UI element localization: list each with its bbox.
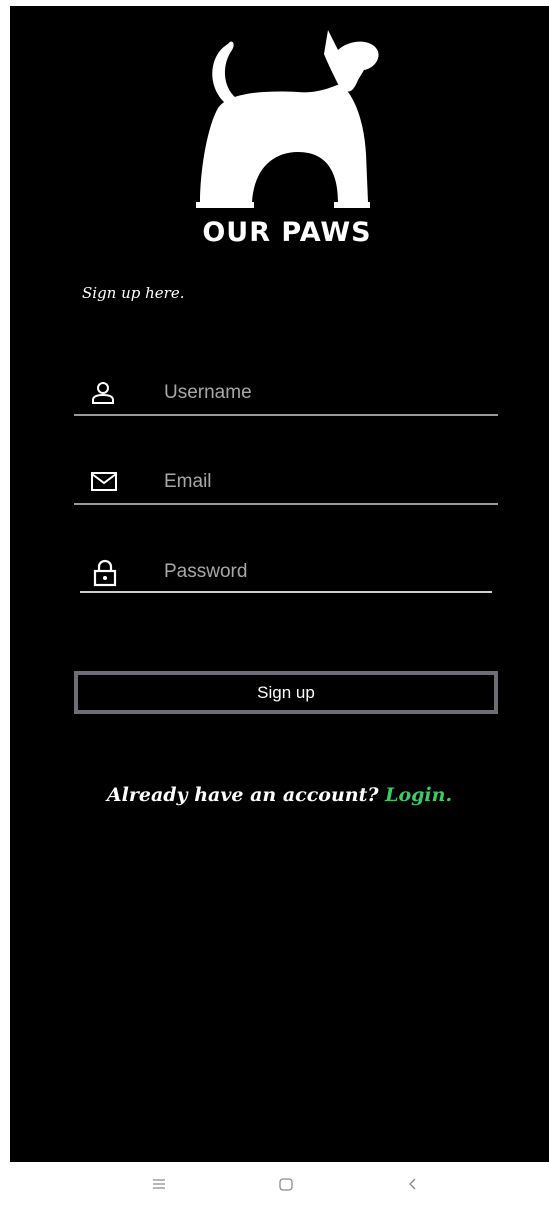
- user-icon: [90, 380, 116, 406]
- sign-up-button[interactable]: Sign up: [74, 671, 498, 714]
- home-square-icon[interactable]: [276, 1174, 296, 1194]
- username-input[interactable]: [164, 378, 484, 408]
- lock-icon: [92, 559, 118, 587]
- email-field: [74, 463, 498, 505]
- signup-subtitle: Sign up here.: [82, 284, 185, 302]
- login-prompt: Already have an account? Login.: [10, 784, 549, 806]
- back-chevron-icon[interactable]: [403, 1174, 423, 1194]
- password-field: [80, 551, 492, 593]
- cat-silhouette-icon: [196, 30, 379, 208]
- menu-icon[interactable]: [149, 1174, 169, 1194]
- email-input[interactable]: [164, 467, 484, 497]
- password-input[interactable]: [164, 557, 484, 587]
- system-nav-bar: [0, 1162, 549, 1205]
- username-field: [74, 374, 498, 416]
- brand-logo: OUR PAWS: [188, 24, 386, 254]
- login-prompt-text: Already have an account?: [106, 784, 379, 806]
- login-link[interactable]: Login.: [385, 784, 452, 806]
- mail-icon: [90, 469, 117, 495]
- app-screen: OUR PAWS Sign up here. Username Email Si…: [10, 6, 549, 1162]
- brand-name: OUR PAWS: [202, 217, 372, 248]
